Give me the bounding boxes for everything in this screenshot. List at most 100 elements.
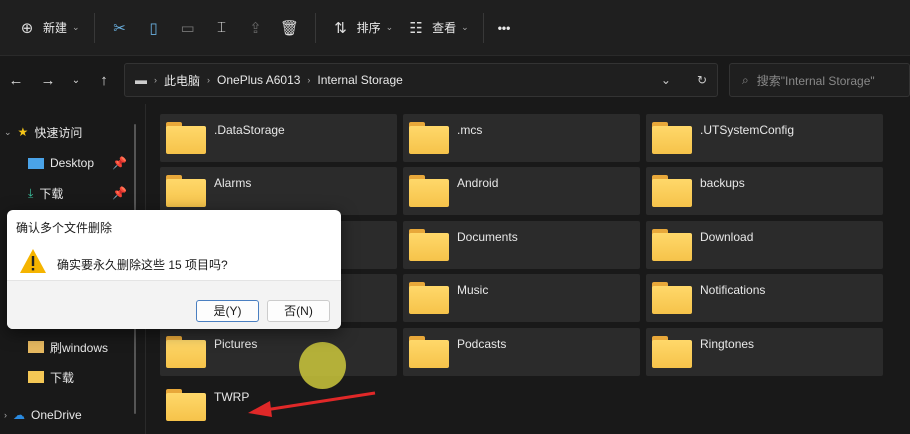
yes-button[interactable]: 是(Y): [196, 300, 259, 322]
folder-name: Documents: [457, 230, 518, 244]
command-bar: ⊕ 新建 ⌄ ✂ ▯ ▭ ⌶ ⇪ 🗑 ⇅ 排序 ⌄ ☷ 查看 ⌄ •••: [0, 0, 910, 56]
chevron-right-icon: ›: [4, 410, 7, 420]
plus-circle-icon: ⊕: [20, 19, 34, 37]
folder-item[interactable]: Notifications: [646, 274, 883, 322]
new-button[interactable]: ⊕ 新建 ⌄: [10, 12, 86, 44]
folder-name: Notifications: [700, 283, 766, 297]
rename-button[interactable]: ⌶: [205, 12, 239, 44]
folder-icon: [166, 175, 206, 207]
pin-icon[interactable]: 📌: [112, 186, 127, 200]
folder-name: Podcasts: [457, 337, 507, 351]
navigation-bar: ← → ⌄ ↑ ▬ › 此电脑 › OnePlus A6013 › Intern…: [0, 62, 910, 98]
chevron-down-icon: ⌄: [385, 22, 394, 32]
folder-item[interactable]: Documents: [403, 221, 640, 269]
cut-button[interactable]: ✂: [103, 12, 137, 44]
folder-icon: [409, 175, 449, 207]
chevron-down-icon: ⌄: [4, 126, 12, 137]
folder-icon: [409, 282, 449, 314]
sidebar-item-quick-access[interactable]: ⌄ ★ 快速访问: [4, 120, 144, 144]
confirm-delete-dialog: 确认多个文件删除 确实要永久删除这些 15 项目吗? 是(Y) 否(N): [7, 210, 341, 329]
sidebar-item-onedrive[interactable]: › ☁ OneDrive: [4, 403, 144, 427]
folder-item[interactable]: .mcs: [403, 114, 640, 162]
folder-item[interactable]: Alarms: [160, 167, 397, 215]
dialog-footer: 是(Y) 否(N): [7, 280, 341, 329]
folder-item[interactable]: Pictures: [160, 328, 397, 376]
folder-item[interactable]: Ringtones: [646, 328, 883, 376]
folder-name: Pictures: [214, 337, 258, 351]
folder-item[interactable]: Music: [403, 274, 640, 322]
folder-icon: [409, 122, 449, 154]
pin-icon[interactable]: 📌: [112, 156, 127, 170]
refresh-icon[interactable]: ↻: [697, 73, 707, 87]
address-bar[interactable]: ▬ › 此电脑 › OnePlus A6013 › Internal Stora…: [124, 63, 718, 97]
folder-name: Download: [700, 230, 754, 244]
desktop-icon: [28, 157, 44, 169]
search-input[interactable]: ⌕ 搜索"Internal Storage": [729, 63, 910, 97]
folder-item[interactable]: Android: [403, 167, 640, 215]
warning-icon: [20, 249, 46, 273]
breadcrumb-device[interactable]: OnePlus A6013: [217, 73, 300, 87]
up-icon[interactable]: ↑: [90, 72, 118, 89]
folder-item[interactable]: .UTSystemConfig: [646, 114, 883, 162]
drive-icon: ▬: [135, 73, 147, 87]
share-button[interactable]: ⇪: [239, 12, 273, 44]
share-icon: ⇪: [249, 19, 262, 37]
dialog-message: 确实要永久删除这些 15 项目吗?: [57, 258, 228, 272]
folder-name: Alarms: [214, 176, 252, 190]
folder-item[interactable]: .DataStorage: [160, 114, 397, 162]
folder-icon: [166, 336, 206, 368]
sort-button[interactable]: ⇅ 排序 ⌄: [324, 12, 400, 44]
sidebar-item-desktop[interactable]: Desktop 📌: [28, 151, 168, 175]
recent-chevron-icon[interactable]: ⌄: [62, 75, 90, 86]
chevron-down-icon: ⌄: [461, 22, 469, 32]
paste-button[interactable]: ▭: [171, 12, 205, 44]
rename-icon: ⌶: [217, 19, 227, 36]
copy-button[interactable]: ▯: [137, 12, 171, 44]
chevron-down-icon: ⌄: [72, 22, 80, 32]
folder-name: .DataStorage: [214, 123, 285, 137]
divider: [482, 12, 484, 43]
more-button[interactable]: •••: [492, 12, 517, 44]
separator-icon: ›: [154, 75, 157, 85]
sort-icon: ⇅: [334, 19, 347, 37]
sidebar-item-downloads[interactable]: ⤓ 下载 📌: [28, 181, 168, 205]
folder-icon: [166, 122, 206, 154]
scissors-icon: ✂: [113, 19, 126, 37]
trash-icon: 🗑: [280, 19, 300, 37]
folder-name: .mcs: [457, 123, 483, 137]
no-button[interactable]: 否(N): [267, 300, 330, 322]
folder-item[interactable]: Podcasts: [403, 328, 640, 376]
folder-item[interactable]: Download: [646, 221, 883, 269]
folder-icon: [652, 282, 692, 314]
sidebar-item-folder[interactable]: 下载: [28, 365, 168, 389]
folder-name: Android: [457, 176, 499, 190]
forward-icon[interactable]: →: [34, 72, 62, 89]
sidebar-item-folder[interactable]: 刷windows: [28, 335, 168, 359]
cloud-icon: ☁: [13, 408, 25, 422]
folder-icon: [652, 229, 692, 261]
delete-button[interactable]: 🗑: [273, 12, 307, 44]
paste-icon: ▭: [180, 19, 195, 37]
folder-item[interactable]: backups: [646, 167, 883, 215]
folder-icon: [652, 122, 692, 154]
star-icon: ★: [17, 125, 29, 139]
breadcrumb-storage[interactable]: Internal Storage: [317, 73, 402, 87]
folder-icon: [28, 341, 44, 353]
download-icon: ⤓: [28, 185, 34, 200]
view-button[interactable]: ☷ 查看 ⌄: [399, 12, 475, 44]
red-arrow-annotation: [248, 391, 376, 417]
back-icon[interactable]: ←: [2, 72, 30, 89]
history-dropdown-icon[interactable]: ⌄: [661, 73, 671, 87]
dialog-title: 确认多个文件删除: [16, 221, 113, 235]
breadcrumb-this-pc[interactable]: 此电脑: [164, 72, 200, 89]
separator-icon: ›: [307, 75, 311, 85]
folder-name: backups: [700, 176, 745, 190]
view-list-icon: ☷: [409, 19, 423, 37]
folder-icon: [652, 336, 692, 368]
divider: [314, 12, 316, 43]
copy-icon: ▯: [149, 19, 158, 37]
folder-name: Music: [457, 283, 489, 297]
folder-name: .UTSystemConfig: [700, 123, 795, 137]
folder-icon: [28, 371, 44, 383]
folder-name: Ringtones: [700, 337, 755, 351]
